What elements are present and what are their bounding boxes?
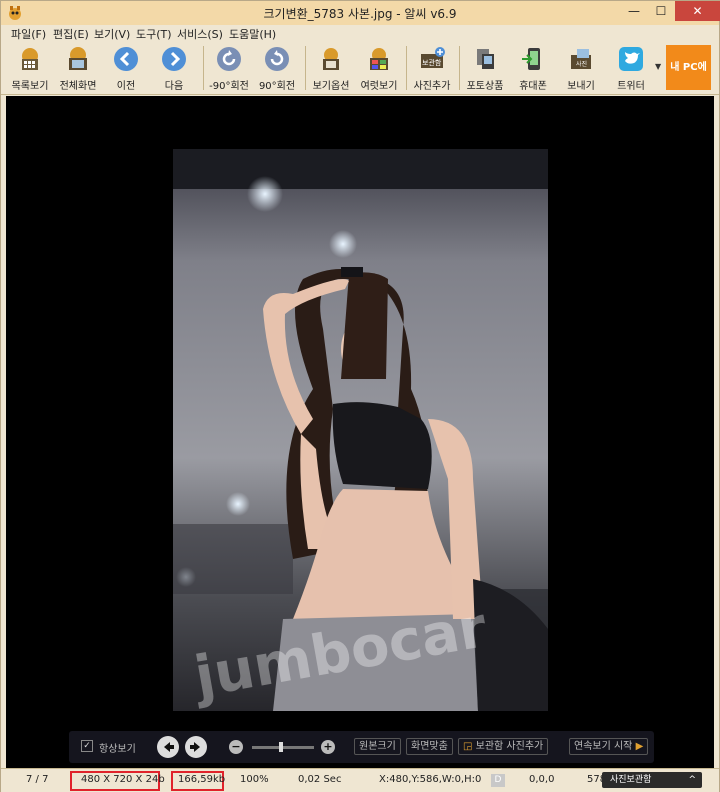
- maximize-button[interactable]: ☐: [648, 1, 674, 21]
- menu-tools[interactable]: 도구(T): [136, 26, 172, 42]
- send-button[interactable]: 사진 보내기: [556, 45, 606, 93]
- rotate-right-icon: [265, 47, 289, 71]
- image-dimensions: 480 X 720 X 24b: [81, 774, 165, 785]
- my-pc-button[interactable]: 내 PC에: [666, 45, 711, 90]
- close-button[interactable]: ✕: [675, 1, 720, 21]
- fullscreen-icon: [69, 47, 87, 70]
- rotate-right-button[interactable]: 90°회전: [252, 45, 302, 93]
- add-to-album-button[interactable]: ◲ 보관함 사진추가: [458, 738, 549, 755]
- status-bar: 7 / 7 480 X 720 X 24b 166,59kb 100% 0,02…: [1, 768, 719, 792]
- previous-icon: [114, 47, 138, 71]
- twitter-button[interactable]: 트위터: [606, 45, 656, 93]
- arrow-left-icon: [164, 742, 174, 752]
- add-photo-button[interactable]: 보관함 사진추가: [407, 45, 457, 93]
- next-photo-button[interactable]: [185, 736, 207, 758]
- file-size: 166,59kb: [178, 774, 226, 785]
- cursor-coords: X:480,Y:586,W:0,H:0: [379, 774, 482, 785]
- toolbar: 목록보기 전체화면 이전 다음 -90°회전 90°회전 보기옵션 여럿보기 보…: [1, 42, 719, 95]
- menu-file[interactable]: 파일(F): [11, 26, 46, 42]
- list-view-button[interactable]: 목록보기: [5, 45, 55, 93]
- next-button[interactable]: 다음: [149, 45, 199, 93]
- zoom-slider-thumb[interactable]: [279, 742, 283, 752]
- rotate-left-icon: [217, 47, 241, 71]
- next-icon: [162, 47, 186, 71]
- rotate-left-button[interactable]: -90°회전: [204, 45, 254, 93]
- zoom-percent: 100%: [240, 774, 269, 785]
- position-indicator: 7 / 7: [26, 774, 49, 785]
- send-icon: 사진: [571, 49, 591, 69]
- menu-service[interactable]: 서비스(S): [177, 26, 223, 42]
- twitter-icon: [619, 47, 643, 71]
- toolbar-more-icon[interactable]: ▼: [655, 62, 661, 71]
- menu-edit[interactable]: 편집(E): [53, 26, 89, 42]
- prev-photo-button[interactable]: [157, 736, 179, 758]
- add-photo-icon: 보관함: [421, 47, 445, 68]
- svg-text:보관함: 보관함: [422, 58, 442, 67]
- previous-button[interactable]: 이전: [101, 45, 151, 93]
- photo-goods-icon: [477, 49, 494, 69]
- svg-text:사진: 사진: [576, 60, 587, 68]
- chevron-up-icon: ^: [688, 775, 696, 785]
- menu-bar: 파일(F) 편집(E) 보기(V) 도구(T) 서비스(S) 도움말(H): [1, 25, 719, 42]
- image-viewer[interactable]: jumbocar ✓ 항상보기 − + 원본크기 화면맞춤 ◲ 보관함 사진추가: [6, 96, 714, 768]
- phone-icon: [522, 48, 540, 70]
- play-icon: ▶: [635, 741, 644, 752]
- view-options-icon: [323, 48, 339, 70]
- phone-button[interactable]: 휴대폰: [508, 45, 558, 93]
- rgb-value: 0,0,0: [529, 774, 555, 785]
- d-badge: D: [491, 774, 505, 787]
- list-view-icon: [22, 48, 38, 70]
- menu-view[interactable]: 보기(V): [94, 26, 130, 42]
- original-size-button[interactable]: 원본크기: [354, 738, 401, 755]
- always-view-checkbox[interactable]: ✓: [81, 740, 93, 752]
- multi-view-icon: [370, 48, 388, 70]
- zoom-slider[interactable]: [252, 746, 314, 749]
- bottom-control-bar: ✓ 항상보기 − + 원본크기 화면맞춤 ◲ 보관함 사진추가 연속보기 시작 …: [69, 731, 654, 763]
- add-to-album-icon: ◲: [463, 741, 473, 752]
- always-view-label: 항상보기: [99, 744, 136, 755]
- minimize-button[interactable]: —: [621, 1, 647, 21]
- multi-view-button[interactable]: 여럿보기: [354, 45, 404, 93]
- slideshow-button[interactable]: 연속보기 시작 ▶: [569, 738, 649, 755]
- title-bar[interactable]: 크기변환_5783 사본.jpg - 알씨 v6.9 — ☐ ✕: [1, 1, 720, 25]
- zoom-in-button[interactable]: +: [321, 740, 335, 754]
- photo-goods-button[interactable]: 포토상품: [460, 45, 510, 93]
- menu-help[interactable]: 도움말(H): [229, 26, 276, 42]
- load-time: 0,02 Sec: [298, 774, 342, 785]
- fullscreen-button[interactable]: 전체화면: [53, 45, 103, 93]
- photo-album-button[interactable]: 사진보관함 ^: [602, 772, 702, 788]
- window-title: 크기변환_5783 사본.jpg - 알씨 v6.9: [263, 7, 457, 21]
- app-window: 크기변환_5783 사본.jpg - 알씨 v6.9 — ☐ ✕ 파일(F) 편…: [0, 0, 720, 792]
- view-options-button[interactable]: 보기옵션: [306, 45, 356, 93]
- photo-image: jumbocar: [173, 149, 548, 711]
- arrow-right-icon: [190, 742, 200, 752]
- zoom-out-button[interactable]: −: [229, 740, 243, 754]
- fit-screen-button[interactable]: 화면맞춤: [406, 738, 453, 755]
